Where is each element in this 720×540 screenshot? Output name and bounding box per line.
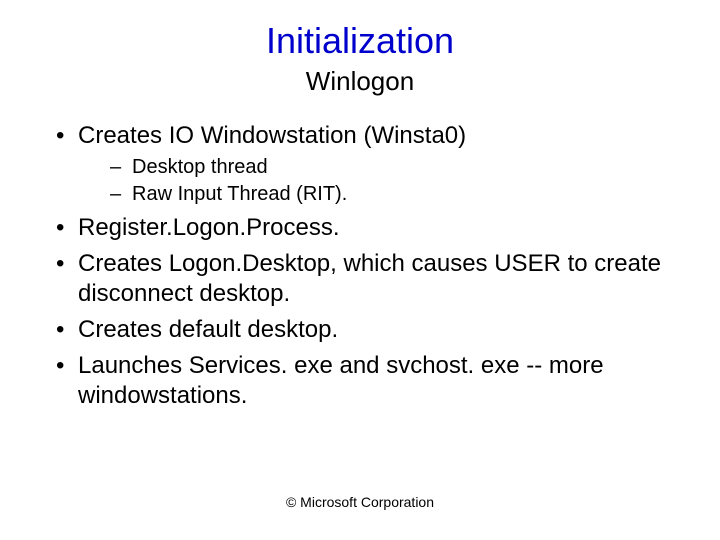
bullet-text: Raw Input Thread (RIT). — [132, 183, 347, 205]
bullet-list: Creates IO Windowstation (Winsta0) Deskt… — [50, 121, 670, 411]
list-item: Launches Services. exe and svchost. exe … — [50, 351, 670, 411]
slide-subtitle: Winlogon — [50, 66, 670, 97]
list-item: Creates IO Windowstation (Winsta0) Deskt… — [50, 121, 670, 207]
list-item: Creates default desktop. — [50, 315, 670, 345]
bullet-text: Register.Logon.Process. — [78, 214, 339, 241]
bullet-text: Creates IO Windowstation (Winsta0) — [78, 122, 466, 149]
bullet-text: Creates Logon.Desktop, which causes USER… — [78, 250, 661, 307]
footer-copyright: © Microsoft Corporation — [0, 494, 720, 510]
bullet-text: Launches Services. exe and svchost. exe … — [78, 352, 604, 409]
slide: Initialization Winlogon Creates IO Windo… — [0, 0, 720, 540]
bullet-text: Creates default desktop. — [78, 316, 338, 343]
list-item: Creates Logon.Desktop, which causes USER… — [50, 249, 670, 309]
bullet-text: Desktop thread — [132, 156, 268, 178]
slide-title: Initialization — [50, 20, 670, 62]
list-item: Raw Input Thread (RIT). — [78, 182, 670, 207]
list-item: Register.Logon.Process. — [50, 213, 670, 243]
list-item: Desktop thread — [78, 155, 670, 180]
sub-bullet-list: Desktop thread Raw Input Thread (RIT). — [78, 155, 670, 207]
